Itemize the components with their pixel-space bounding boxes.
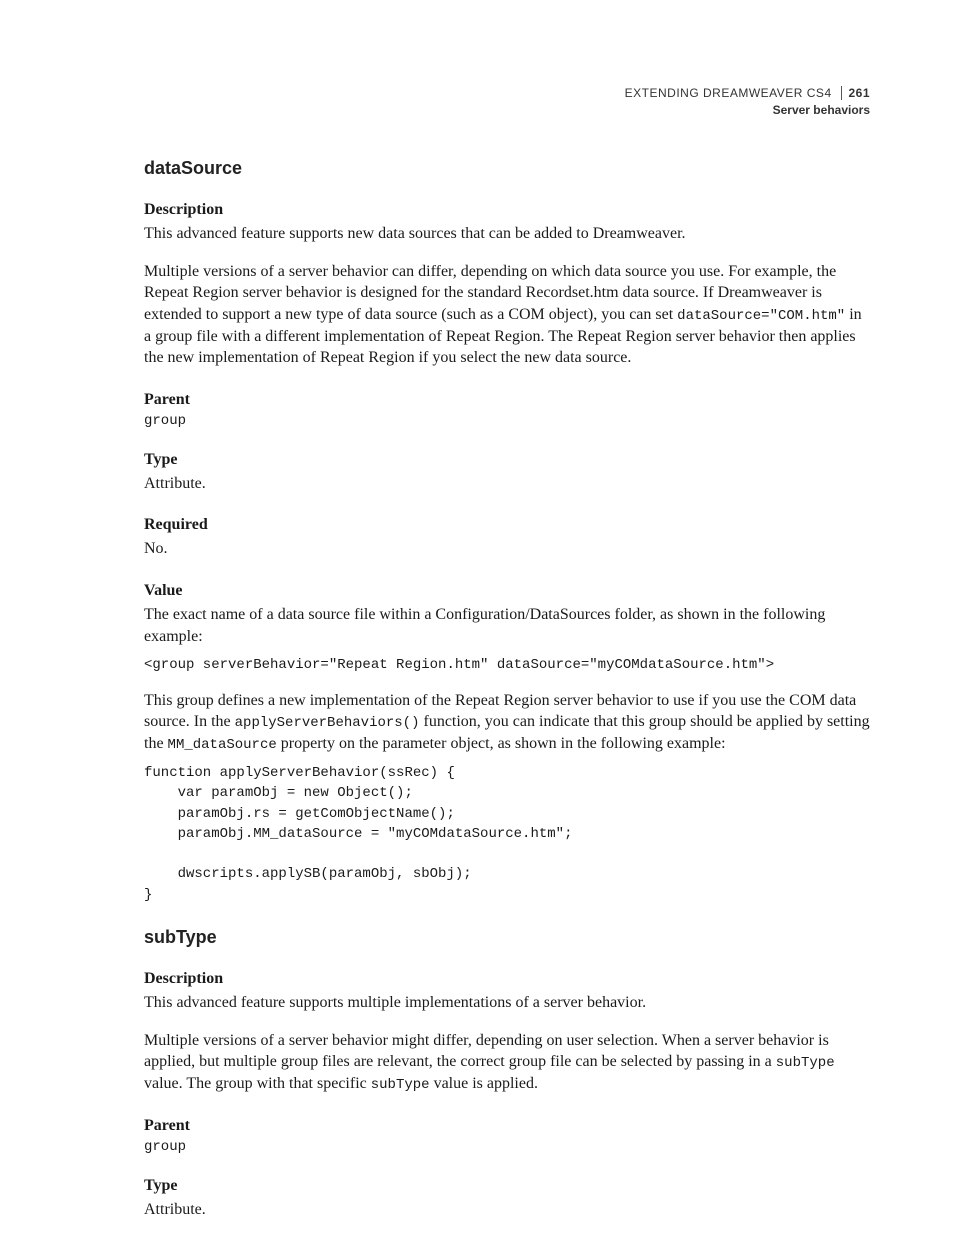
subtype-description-block: Description This advanced feature suppor… [144,970,870,1095]
required-block: Required No. [144,516,870,560]
st-desc2-code2: subType [371,1077,430,1093]
description-para-1: This advanced feature supports new data … [144,223,870,245]
value-para-2: This group defines a new implementation … [144,690,870,755]
page-content: dataSource Description This advanced fea… [144,158,870,1221]
st-desc2-b: value. The group with that specific [144,1075,371,1092]
subtype-parent-value: group [144,1139,870,1155]
header-line-1: EXTENDING DREAMWEAVER CS4 261 [625,86,870,101]
page-number: 261 [841,86,870,100]
section-heading-subtype: subType [144,927,870,948]
subtype-type-value: Attribute. [144,1199,870,1221]
value-code-2: function applyServerBehavior(ssRec) { va… [144,763,870,905]
description-label: Description [144,201,870,219]
required-value: No. [144,538,870,560]
subtype-parent-block: Parent group [144,1117,870,1155]
st-desc2-code1: subType [776,1055,835,1071]
subtype-description-label: Description [144,970,870,988]
value-block: Value The exact name of a data source fi… [144,582,870,905]
type-block: Type Attribute. [144,451,870,495]
section-heading-datasource: dataSource [144,158,870,179]
subtype-type-block: Type Attribute. [144,1177,870,1221]
value-label: Value [144,582,870,600]
description-block: Description This advanced feature suppor… [144,201,870,369]
st-desc2-c: value is applied. [430,1075,538,1092]
subtype-description-para-2: Multiple versions of a server behavior m… [144,1030,870,1095]
type-label: Type [144,451,870,469]
subtype-description-para-1: This advanced feature supports multiple … [144,992,870,1014]
parent-label: Parent [144,391,870,409]
required-label: Required [144,516,870,534]
subtype-parent-label: Parent [144,1117,870,1135]
type-value: Attribute. [144,473,870,495]
desc2-code: dataSource="COM.htm" [677,308,845,324]
running-header: EXTENDING DREAMWEAVER CS4 261 Server beh… [625,86,870,118]
value-p2-c: property on the parameter object, as sho… [277,735,726,752]
value-para-1: The exact name of a data source file wit… [144,604,870,647]
st-desc2-a: Multiple versions of a server behavior m… [144,1032,829,1071]
parent-value: group [144,413,870,429]
description-para-2: Multiple versions of a server behavior c… [144,261,870,369]
book-title: EXTENDING DREAMWEAVER CS4 [625,86,832,100]
subtype-type-label: Type [144,1177,870,1195]
value-p2-code1: applyServerBehaviors() [235,715,420,731]
chapter-title: Server behaviors [625,103,870,118]
page: EXTENDING DREAMWEAVER CS4 261 Server beh… [0,0,954,1235]
parent-block: Parent group [144,391,870,429]
value-code-1: <group serverBehavior="Repeat Region.htm… [144,655,870,675]
value-p2-code2: MM_dataSource [168,737,277,753]
